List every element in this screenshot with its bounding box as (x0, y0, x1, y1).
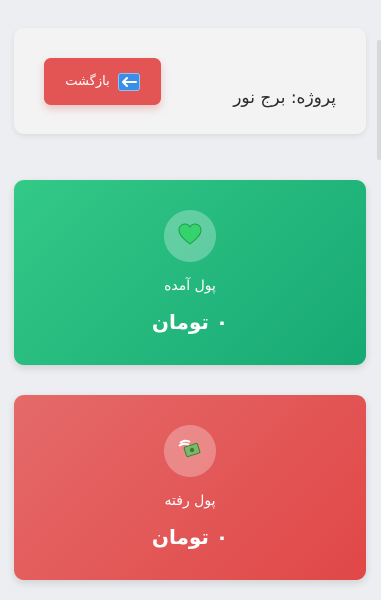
income-label: پول آمده (164, 278, 216, 294)
left-arrow-icon (117, 72, 140, 91)
back-button[interactable]: بازگشت (44, 58, 161, 105)
expense-card: پول رفته ۰ تومان (14, 395, 366, 580)
income-amount: ۰ تومان (151, 310, 229, 334)
project-header-card: بازگشت پروژه: برج نور (14, 28, 366, 134)
money-with-wings-icon (177, 437, 203, 465)
scroll-edge[interactable] (377, 40, 381, 160)
expense-amount: ۰ تومان (151, 525, 229, 549)
green-heart-icon (178, 223, 202, 249)
back-button-label: بازگشت (65, 74, 110, 89)
income-icon-circle (164, 210, 216, 262)
project-title: پروژه: برج نور (233, 88, 336, 108)
expense-label: پول رفته (164, 493, 216, 509)
income-card: پول آمده ۰ تومان (14, 180, 366, 365)
expense-icon-circle (164, 425, 216, 477)
